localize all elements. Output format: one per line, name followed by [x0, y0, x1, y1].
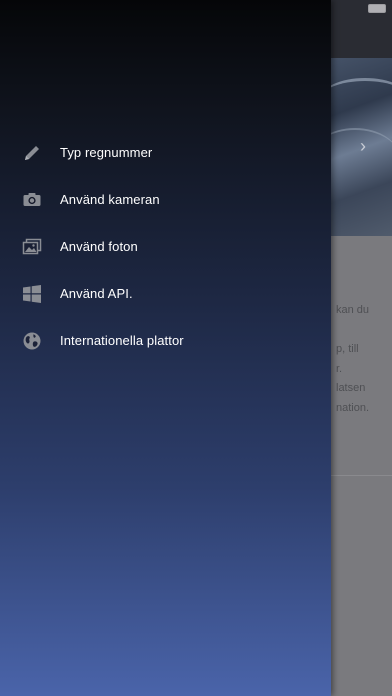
menu-item-use-api[interactable]: Använd API.	[0, 270, 331, 317]
chevron-right-icon: ›	[360, 136, 366, 156]
pencil-icon	[22, 143, 42, 163]
menu-item-type-regnumber[interactable]: Typ regnummer	[0, 129, 331, 176]
windows-icon	[22, 284, 42, 304]
background-text-line: r.	[336, 362, 343, 375]
menu-item-label: Använd foton	[60, 239, 138, 254]
menu-item-use-camera[interactable]: Använd kameran	[0, 176, 331, 223]
photos-icon	[22, 237, 42, 257]
background-text-line: p, till	[336, 343, 359, 355]
navigation-drawer: Typ regnummer Använd kameran Använd foto…	[0, 0, 331, 696]
background-description: kan du p, till r. latsen nation.	[336, 304, 392, 421]
background-text-line: kan du	[336, 304, 370, 316]
battery-icon	[368, 4, 386, 13]
background-divider	[330, 475, 392, 476]
background-text-line: latsen	[336, 382, 366, 394]
menu-item-label: Använd kameran	[60, 192, 160, 207]
menu-item-use-photos[interactable]: Använd foton	[0, 223, 331, 270]
background-text-line: nation.	[336, 401, 370, 414]
camera-icon	[22, 190, 42, 210]
background-text-line	[336, 324, 392, 344]
globe-icon	[22, 331, 42, 351]
menu-item-label: Typ regnummer	[60, 145, 153, 160]
menu-item-label: Använd API.	[60, 286, 133, 301]
menu-item-international-plates[interactable]: Internationella plattor	[0, 317, 331, 364]
menu-item-label: Internationella plattor	[60, 333, 184, 348]
